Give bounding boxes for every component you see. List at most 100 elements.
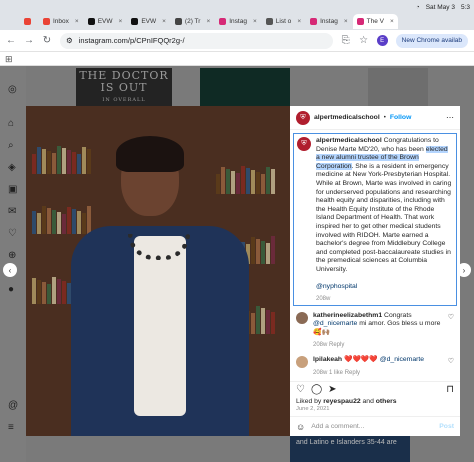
person-hair [116, 136, 184, 172]
profile-avatar[interactable]: E [376, 35, 388, 46]
apps-grid-icon[interactable]: ⊞ [5, 54, 13, 65]
caption-text: alpertmedicalschool Congratulations to D… [316, 137, 453, 292]
book-spine [62, 214, 66, 234]
explore-icon[interactable]: ◈ [8, 162, 16, 173]
save-bookmark-icon[interactable]: ⊓ [446, 384, 454, 395]
tab-title: Instag [320, 18, 338, 25]
tab-close-icon[interactable]: × [344, 18, 348, 25]
cast-icon[interactable]: ⎘ [341, 35, 351, 46]
book-spine [266, 243, 270, 264]
wifi-icon[interactable]: ◔ [416, 4, 420, 11]
book-spine [57, 279, 61, 304]
book-spine [47, 208, 51, 234]
tab-close-icon[interactable]: × [390, 18, 394, 25]
browser-tab[interactable]: EVW × [84, 14, 127, 29]
like-heart-icon[interactable]: ♡ [296, 384, 305, 395]
comment-mention[interactable]: @d_nicemarte [313, 320, 357, 327]
comments-list[interactable]: ⛨ alpertmedicalschool Congratulations to… [290, 130, 460, 381]
post-image[interactable] [26, 106, 290, 436]
commenter-username[interactable]: katherineelizabethm1 [313, 312, 382, 319]
comment-bubble-icon[interactable]: ◯ [311, 384, 322, 395]
previous-post-arrow-icon[interactable]: ‹ [3, 263, 17, 277]
tab-close-icon[interactable]: × [162, 18, 166, 25]
post-details-panel: ⛨ alpertmedicalschool • Follow ⋯ ⛨ alper… [290, 106, 460, 436]
comment-mention[interactable]: @d_nicemarte [380, 356, 424, 363]
instagram-logo-icon[interactable]: ◎ [8, 84, 17, 95]
book-spine [87, 149, 91, 174]
background-post-tile: THE DOCTOR IS OUT IN OVERALL CONGRATULAT… [76, 68, 172, 115]
share-send-icon[interactable]: ➤ [328, 384, 336, 395]
tab-close-icon[interactable]: × [253, 18, 257, 25]
commenter-avatar[interactable] [296, 311, 308, 324]
browser-tab[interactable] [20, 14, 38, 29]
browser-tab[interactable]: List o × [262, 14, 305, 29]
book-spine [62, 148, 66, 174]
commenter-username[interactable]: lpilakeah [313, 356, 342, 363]
tab-title: (2) Tr [184, 18, 201, 25]
profile-icon[interactable]: ● [8, 284, 14, 295]
comment-like-heart-icon[interactable]: ♡ [448, 313, 454, 321]
caption-avatar[interactable]: ⛨ [297, 137, 311, 151]
site-info-icon[interactable]: ⚙ [66, 36, 73, 45]
browser-tab[interactable]: Instag × [215, 14, 261, 29]
book-spine [261, 308, 265, 334]
forward-arrow-icon[interactable]: → [24, 35, 34, 46]
book-spine [266, 167, 270, 194]
book-spine [256, 306, 260, 334]
new-chrome-available-button[interactable]: New Chrome availab [395, 33, 468, 48]
notifications-heart-icon[interactable]: ♡ [8, 228, 17, 239]
clock-text: Sat May 3 [425, 3, 455, 11]
home-icon[interactable]: ⌂ [8, 118, 14, 129]
comment-like-heart-icon[interactable]: ♡ [448, 357, 454, 365]
liked-by-others-link[interactable]: others [376, 398, 397, 405]
back-arrow-icon[interactable]: ← [6, 35, 16, 46]
comment-likes[interactable]: 1 like [329, 370, 343, 376]
add-comment-input[interactable]: Add a comment... [311, 423, 364, 430]
book-spine [67, 150, 71, 174]
more-options-icon[interactable]: ⋯ [446, 113, 454, 122]
tab-close-icon[interactable]: × [206, 18, 210, 25]
comment-age: 208w [313, 341, 328, 348]
create-icon[interactable]: ⊕ [8, 250, 16, 261]
more-menu-icon[interactable]: ≡ [8, 422, 14, 433]
tab-close-icon[interactable]: × [119, 18, 123, 25]
book-spine [77, 211, 81, 234]
account-username[interactable]: alpertmedicalschool [314, 114, 380, 121]
browser-tab[interactable]: Instag × [306, 14, 352, 29]
search-icon[interactable]: ⌕ [8, 140, 14, 151]
reels-icon[interactable]: ▣ [8, 184, 17, 195]
commenter-avatar[interactable] [296, 356, 308, 369]
reply-button[interactable]: Reply [329, 342, 344, 348]
reply-button[interactable]: Reply [345, 370, 360, 376]
browser-tab[interactable]: (2) Tr × [171, 14, 214, 29]
book-spine [251, 237, 255, 264]
address-bar[interactable]: ⚙ instagram.com/p/CPnIFQQr2g-/ [60, 32, 333, 49]
tab-title: Instag [229, 18, 247, 25]
liked-by-user[interactable]: reyespau22 [323, 398, 360, 405]
caption-mention-link[interactable]: @nyphospital [316, 283, 357, 290]
book-spine [266, 310, 270, 334]
book-spine [62, 281, 66, 304]
book-spine [271, 312, 275, 334]
follow-button[interactable]: Follow [390, 114, 412, 121]
emoji-icon[interactable]: ☺ [296, 422, 305, 432]
tab-close-icon[interactable]: × [297, 18, 301, 25]
account-avatar[interactable]: ⛨ [296, 110, 310, 125]
instagram-page-backdrop[interactable]: ◎ ⌂ ⌕ ◈ ▣ ✉ ♡ ⊕ ● @ ≡ THE DOCTOR IS OUT … [0, 66, 474, 462]
browser-tab[interactable]: Inbox × [39, 14, 83, 29]
threads-icon[interactable]: @ [8, 400, 18, 411]
browser-tab[interactable]: The V × [352, 14, 398, 29]
book-spine [32, 154, 36, 174]
caption-username[interactable]: alpertmedicalschool [316, 137, 382, 144]
book-spine [231, 171, 235, 194]
post-comment-button[interactable]: Post [439, 423, 454, 430]
book-row [216, 166, 275, 194]
tab-close-icon[interactable]: × [75, 18, 79, 25]
browser-tab[interactable]: EVW × [127, 14, 170, 29]
book-spine [32, 211, 36, 234]
messages-icon[interactable]: ✉ [8, 206, 16, 217]
reload-icon[interactable]: ↻ [42, 35, 52, 46]
tab-favicon-icon [24, 18, 31, 25]
caption-body-end: . She is a resident in emergency medicin… [316, 162, 452, 273]
bookmark-star-icon[interactable]: ☆ [359, 35, 369, 46]
